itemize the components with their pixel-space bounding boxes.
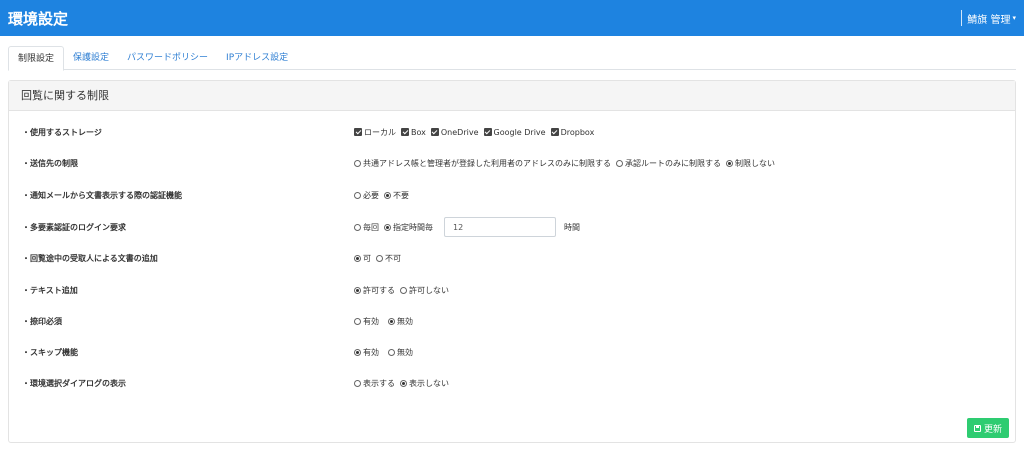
radio-on-icon	[388, 317, 395, 325]
radio-restrict-address-book[interactable]: 共通アドレス帳と管理者が登録した利用者のアドレスのみに制限する	[354, 158, 611, 169]
radio-not-required[interactable]: 不要	[384, 190, 409, 201]
hours-unit-label: 時間	[564, 222, 580, 232]
setting-label: ・使用するストレージ	[22, 127, 102, 137]
radio-show[interactable]: 表示する	[354, 378, 395, 389]
setting-label: ・捺印必須	[22, 316, 62, 326]
radio-off-icon	[376, 254, 383, 262]
radio-permit[interactable]: 許可する	[354, 285, 395, 296]
radio-interval[interactable]: 指定時間毎	[384, 222, 433, 233]
radio-off-icon	[354, 191, 361, 199]
page-title: 環境設定	[8, 9, 69, 28]
radio-every-time[interactable]: 毎回	[354, 222, 379, 233]
tab-restriction[interactable]: 制限設定	[8, 46, 65, 71]
setting-row-skip: ・スキップ機能 有効 無効	[9, 345, 1015, 359]
setting-row-add-document: ・回覧途中の受取人による文書の追加 可 不可	[9, 251, 1015, 265]
checkbox-dropbox[interactable]: Dropbox	[550, 128, 594, 137]
checkbox-checked-icon	[354, 128, 362, 136]
settings-tabs: 制限設定 保護設定 パスワードポリシー IPアドレス設定	[8, 46, 1016, 71]
radio-restrict-approval-route[interactable]: 承認ルートのみに制限する	[616, 158, 721, 169]
card-title: 回覧に関する制限	[9, 81, 1015, 111]
update-button[interactable]: 更新	[967, 418, 1009, 438]
checkbox-checked-icon	[483, 128, 492, 136]
user-name: 鯖旗 管理	[967, 14, 1011, 26]
radio-disabled[interactable]: 無効	[388, 316, 413, 327]
radio-allowed[interactable]: 可	[354, 253, 371, 264]
radio-on-icon	[354, 286, 361, 294]
radio-hide[interactable]: 表示しない	[400, 378, 449, 389]
radio-not-allowed[interactable]: 不可	[376, 253, 401, 264]
radio-on-icon	[726, 159, 733, 167]
checkbox-checked-icon	[550, 128, 559, 136]
checkbox-onedrive[interactable]: OneDrive	[430, 128, 479, 137]
radio-off-icon	[354, 223, 361, 231]
radio-required[interactable]: 必要	[354, 190, 379, 201]
setting-row-text-add: ・テキスト追加 許可する 許可しない	[9, 283, 1015, 297]
radio-enabled[interactable]: 有効	[354, 347, 379, 358]
radio-off-icon	[354, 379, 361, 387]
setting-row-stamp-required: ・捺印必須 有効 無効	[9, 314, 1015, 328]
setting-label: ・回覧途中の受取人による文書の追加	[22, 253, 158, 263]
setting-row-mfa: ・多要素認証のログイン要求 毎回 指定時間毎 時間	[9, 217, 1015, 237]
user-menu-dropdown[interactable]: 鯖旗 管理 ▾	[961, 10, 1016, 26]
setting-label: ・送信先の制限	[22, 158, 78, 168]
radio-off-icon	[388, 348, 395, 356]
setting-row-destination: ・送信先の制限 共通アドレス帳と管理者が登録した利用者のアドレスのみに制限する …	[9, 156, 1015, 170]
mfa-hours-input[interactable]	[444, 217, 556, 237]
setting-row-mail-auth: ・通知メールから文書表示する際の認証機能 必要 不要	[9, 188, 1015, 202]
top-navbar: 環境設定 鯖旗 管理 ▾	[0, 0, 1024, 36]
radio-off-icon	[616, 159, 623, 167]
radio-not-permit[interactable]: 許可しない	[400, 285, 449, 296]
checkbox-box[interactable]: Box	[401, 128, 426, 137]
radio-off-icon	[400, 286, 407, 294]
setting-row-storage: ・使用するストレージ ローカル Box OneDrive Google Driv…	[9, 125, 1015, 139]
checkbox-google-drive[interactable]: Google Drive	[483, 128, 546, 137]
radio-off-icon	[354, 159, 361, 167]
setting-label: ・スキップ機能	[22, 347, 78, 357]
radio-off-icon	[354, 317, 361, 325]
radio-disabled[interactable]: 無効	[388, 347, 413, 358]
tab-protection[interactable]: 保護設定	[64, 46, 118, 70]
radio-no-restriction[interactable]: 制限しない	[726, 158, 775, 169]
setting-row-env-dialog: ・環境選択ダイアログの表示 表示する 表示しない	[9, 376, 1015, 390]
setting-label: ・通知メールから文書表示する際の認証機能	[22, 190, 182, 200]
checkbox-checked-icon	[430, 128, 439, 136]
caret-down-icon: ▾	[1012, 14, 1016, 22]
radio-on-icon	[354, 348, 361, 356]
radio-on-icon	[400, 379, 407, 387]
setting-label: ・環境選択ダイアログの表示	[22, 378, 126, 388]
tab-ip-address[interactable]: IPアドレス設定	[217, 46, 297, 70]
checkbox-checked-icon	[401, 128, 409, 136]
radio-on-icon	[354, 254, 361, 262]
save-icon	[973, 424, 981, 432]
setting-label: ・テキスト追加	[22, 285, 78, 295]
radio-enabled[interactable]: 有効	[354, 316, 379, 327]
radio-on-icon	[384, 223, 391, 231]
setting-label: ・多要素認証のログイン要求	[22, 222, 126, 232]
restriction-card: 回覧に関する制限 ・使用するストレージ ローカル Box OneDrive Go…	[8, 80, 1016, 443]
checkbox-local[interactable]: ローカル	[354, 127, 396, 138]
tab-password-policy[interactable]: パスワードポリシー	[118, 46, 217, 70]
radio-on-icon	[384, 191, 391, 199]
